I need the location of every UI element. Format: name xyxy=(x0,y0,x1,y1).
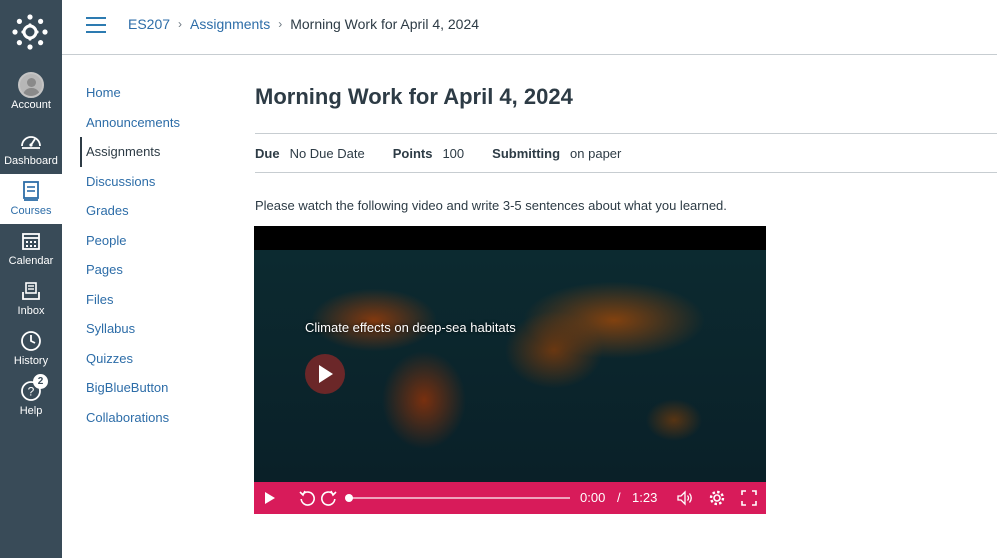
duration: 1:23 xyxy=(632,490,658,505)
inbox-icon xyxy=(22,282,40,300)
course-nav-grades[interactable]: Grades xyxy=(80,196,230,226)
fullscreen-icon xyxy=(741,490,757,506)
course-nav-quizzes[interactable]: Quizzes xyxy=(80,344,230,374)
canvas-logo-icon[interactable] xyxy=(11,13,49,51)
progress-handle[interactable] xyxy=(345,494,353,502)
nav-dashboard-label: Dashboard xyxy=(4,155,58,167)
book-icon xyxy=(23,181,39,201)
nav-account[interactable]: Account xyxy=(0,68,62,118)
nav-calendar-label: Calendar xyxy=(8,255,54,267)
hamburger-menu-icon[interactable] xyxy=(86,17,106,33)
calendar-icon xyxy=(22,233,40,250)
assignment-instructions: Please watch the following video and wri… xyxy=(255,198,727,213)
due-label: Due xyxy=(255,145,280,161)
volume-button[interactable] xyxy=(674,482,696,514)
play-button[interactable] xyxy=(260,482,280,514)
forward-icon xyxy=(321,490,337,506)
course-nav: Home Announcements Assignments Discussio… xyxy=(80,78,230,432)
current-time: 0:00 xyxy=(580,490,606,505)
big-play-button[interactable] xyxy=(305,354,345,394)
nav-dashboard[interactable]: Dashboard xyxy=(0,124,62,174)
nav-inbox-label: Inbox xyxy=(17,305,45,317)
svg-text:?: ? xyxy=(28,385,35,399)
submitting-label: Submitting xyxy=(492,145,561,161)
course-nav-announcements[interactable]: Announcements xyxy=(80,108,230,138)
video-player[interactable]: Climate effects on deep-sea habitats 0:0… xyxy=(254,226,766,514)
clock-icon xyxy=(21,331,41,351)
play-icon xyxy=(265,492,275,504)
nav-history[interactable]: History xyxy=(0,324,62,374)
nav-help-label: Help xyxy=(19,405,43,417)
dashboard-icon xyxy=(21,136,41,149)
course-nav-collaborations[interactable]: Collaborations xyxy=(80,403,230,433)
breadcrumb-assignments-link[interactable]: Assignments xyxy=(190,16,270,32)
progress-track[interactable] xyxy=(347,497,570,499)
course-nav-bigbluebutton[interactable]: BigBlueButton xyxy=(80,373,230,403)
forward-button[interactable] xyxy=(318,482,340,514)
video-title: Climate effects on deep-sea habitats xyxy=(305,320,516,335)
submitting-value: on paper xyxy=(570,145,622,161)
nav-account-label: Account xyxy=(11,99,51,111)
course-nav-people[interactable]: People xyxy=(80,226,230,256)
assignment-details: Due No Due Date Points 100 Submitting on… xyxy=(255,133,997,173)
points-value: 100 xyxy=(442,145,465,161)
global-nav: Account Dashboard Courses Calendar Inbox… xyxy=(0,0,62,558)
due-value: No Due Date xyxy=(289,145,365,161)
assignment-content: Morning Work for April 4, 2024 Due No Du… xyxy=(255,78,997,213)
course-nav-pages[interactable]: Pages xyxy=(80,255,230,285)
rewind-button[interactable] xyxy=(296,482,318,514)
rewind-icon xyxy=(299,490,315,506)
course-nav-discussions[interactable]: Discussions xyxy=(80,167,230,197)
course-nav-assignments[interactable]: Assignments xyxy=(80,137,230,167)
points-label: Points xyxy=(392,145,433,161)
nav-courses[interactable]: Courses xyxy=(0,174,62,224)
breadcrumb-current: Morning Work for April 4, 2024 xyxy=(290,16,480,32)
settings-button[interactable] xyxy=(706,482,728,514)
page-header: ES207 › Assignments › Morning Work for A… xyxy=(62,0,997,55)
video-controls: 0:00 / 1:23 xyxy=(254,482,766,514)
play-icon xyxy=(319,365,333,383)
chevron-right-icon: › xyxy=(278,17,283,31)
nav-history-label: History xyxy=(13,355,49,367)
gear-icon xyxy=(709,490,725,506)
nav-courses-label: Courses xyxy=(10,205,52,217)
course-nav-syllabus[interactable]: Syllabus xyxy=(80,314,230,344)
help-badge: 2 xyxy=(33,374,48,389)
fullscreen-button[interactable] xyxy=(738,482,760,514)
nav-calendar[interactable]: Calendar xyxy=(0,224,62,274)
avatar xyxy=(18,72,44,98)
course-nav-files[interactable]: Files xyxy=(80,285,230,315)
nav-help[interactable]: ? 2 Help xyxy=(0,374,62,424)
chevron-right-icon: › xyxy=(178,17,183,31)
breadcrumb-course-link[interactable]: ES207 xyxy=(128,16,170,32)
time-separator: / xyxy=(617,490,621,505)
page-title: Morning Work for April 4, 2024 xyxy=(255,84,573,109)
course-nav-home[interactable]: Home xyxy=(80,78,230,108)
nav-inbox[interactable]: Inbox xyxy=(0,274,62,324)
breadcrumb: ES207 › Assignments › Morning Work for A… xyxy=(128,16,479,32)
volume-icon xyxy=(677,490,692,506)
